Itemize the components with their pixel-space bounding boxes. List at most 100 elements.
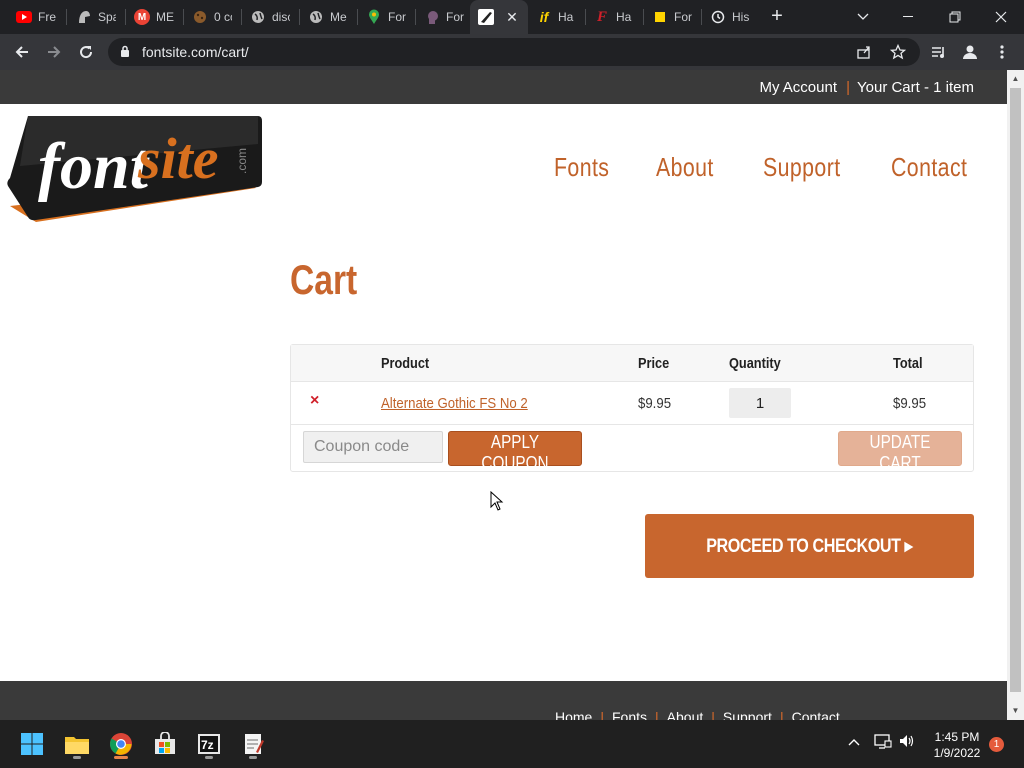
microsoft-store-icon[interactable] [149, 728, 181, 760]
close-tab-icon[interactable]: ✕ [504, 9, 520, 25]
column-header-price: Price [638, 355, 670, 372]
share-icon[interactable] [856, 44, 872, 60]
file-explorer-icon[interactable] [61, 728, 93, 760]
item-price: $9.95 [638, 395, 672, 412]
account-bar: My Account | Your Cart - 1 item [0, 70, 1007, 104]
windows-taskbar: 7z 1:45 PM 1/9/2022 1 [0, 720, 1024, 768]
update-cart-button[interactable]: UPDATE CART [838, 431, 962, 473]
footer-nav: Home | Fonts | About | Support | Contact [555, 709, 840, 720]
nav-link-support[interactable]: Support [763, 152, 841, 183]
coupon-code-input[interactable] [303, 431, 443, 463]
browser-tab[interactable]: For [416, 0, 472, 34]
fontsite-tab-icon [478, 9, 494, 25]
browser-tab[interactable]: Free [8, 0, 64, 34]
yellow-square-icon [652, 9, 668, 25]
new-tab-button[interactable]: + [766, 6, 788, 28]
site-footer: Home | Fonts | About | Support | Contact [0, 681, 1007, 720]
quantity-input[interactable] [729, 388, 791, 418]
mouse-cursor-icon [490, 490, 504, 516]
browser-tab[interactable]: For [644, 0, 700, 34]
windows-start-icon[interactable] [16, 728, 48, 760]
forward-arrow-icon[interactable] [42, 40, 66, 64]
minimize-button[interactable] [886, 0, 932, 34]
logo-text-tld: .com [235, 148, 249, 174]
globe-icon [250, 9, 266, 25]
profile-avatar-icon[interactable] [958, 40, 982, 64]
footer-link-home[interactable]: Home [555, 709, 592, 720]
history-icon [710, 9, 726, 25]
youtube-icon [16, 9, 32, 25]
url-text: fontsite.com/cart/ [142, 44, 249, 60]
scroll-up-arrow-icon[interactable]: ▲ [1011, 74, 1020, 83]
my-account-link[interactable]: My Account [759, 79, 837, 96]
restore-button[interactable] [932, 0, 978, 34]
7zip-icon[interactable]: 7z [193, 728, 225, 760]
tab-search-icon[interactable] [840, 0, 886, 34]
reload-icon[interactable] [74, 40, 98, 64]
lock-icon [120, 45, 130, 63]
if-logo-icon: if [539, 9, 549, 25]
column-header-quantity: Quantity [729, 355, 781, 372]
show-hidden-icons-icon[interactable] [848, 735, 860, 749]
browser-tab[interactable]: F Ha [586, 0, 642, 34]
cart-table-header: Product Price Quantity Total [291, 345, 973, 382]
nav-link-about[interactable]: About [656, 152, 714, 183]
browser-tab[interactable]: Spa [68, 0, 124, 34]
network-icon[interactable] [874, 733, 892, 752]
notification-badge[interactable]: 1 [989, 737, 1004, 752]
browser-tab[interactable]: 0 cc [184, 0, 240, 34]
page-scrollbar[interactable]: ▲ ▼ [1007, 70, 1024, 720]
logo-text-site: site [137, 126, 219, 191]
remove-item-icon[interactable]: × [310, 392, 319, 410]
address-bar[interactable]: fontsite.com/cart/ [108, 38, 920, 66]
gmail-icon: M [134, 9, 150, 25]
volume-icon[interactable] [898, 733, 916, 752]
close-window-button[interactable] [978, 0, 1024, 34]
browser-tab[interactable]: Me [300, 0, 356, 34]
back-arrow-icon[interactable] [10, 40, 34, 64]
browser-tab[interactable]: M ME [126, 0, 182, 34]
footer-link-about[interactable]: About [667, 709, 704, 720]
kebab-menu-icon[interactable] [990, 40, 1014, 64]
page-viewport: My Account | Your Cart - 1 item font sit… [0, 70, 1007, 720]
svg-text:7z: 7z [201, 738, 214, 752]
bookmark-star-icon[interactable] [889, 43, 907, 60]
browser-tab[interactable]: disc [242, 0, 298, 34]
column-header-product: Product [381, 355, 430, 372]
nav-link-contact[interactable]: Contact [891, 152, 967, 183]
item-total: $9.95 [893, 395, 927, 412]
footer-link-fonts[interactable]: Fonts [612, 709, 647, 720]
browser-tab-strip: Free Spa M ME 0 cc disc Me For For ✕ if … [0, 0, 1024, 34]
clock-date: 1/9/2022 [933, 746, 981, 760]
apply-coupon-button[interactable]: APPLY COUPON [448, 431, 582, 473]
footer-link-contact[interactable]: Contact [792, 709, 840, 720]
system-clock[interactable]: 1:45 PM 1/9/2022 [922, 729, 992, 761]
browser-tab-active[interactable]: ✕ [470, 0, 528, 34]
your-cart-link[interactable]: Your Cart - 1 item [857, 79, 974, 96]
cart-table: Product Price Quantity Total × Alternate… [290, 344, 974, 473]
cookie-icon [192, 9, 208, 25]
proceed-to-checkout-button[interactable]: PROCEED TO CHECKOUT ▸ [645, 514, 974, 578]
maps-pin-icon [366, 9, 382, 25]
page-title: Cart [290, 256, 358, 303]
product-link[interactable]: Alternate Gothic FS No 2 [381, 395, 528, 412]
fontsite-logo[interactable]: font site .com [6, 114, 263, 230]
column-header-total: Total [893, 355, 923, 372]
browser-toolbar: fontsite.com/cart/ [0, 34, 1024, 70]
notepad-icon[interactable] [237, 728, 269, 760]
chrome-icon[interactable] [105, 728, 137, 760]
media-queue-icon[interactable] [926, 40, 950, 64]
logo-text-font: font [38, 130, 150, 203]
footer-link-support[interactable]: Support [723, 709, 772, 720]
spartan-helmet-icon [76, 9, 92, 25]
globe-icon [308, 9, 324, 25]
browser-tab[interactable]: His [702, 0, 758, 34]
browser-tab[interactable]: if Ha [528, 0, 584, 34]
table-row: × Alternate Gothic FS No 2 $9.95 $9.95 [291, 382, 973, 425]
browser-tab[interactable]: For [358, 0, 414, 34]
clock-time: 1:45 PM [934, 730, 980, 744]
nav-link-fonts[interactable]: Fonts [554, 152, 609, 183]
scroll-down-arrow-icon[interactable]: ▼ [1011, 706, 1020, 715]
scrollbar-thumb[interactable] [1010, 88, 1021, 692]
profile-silhouette-icon [424, 9, 440, 25]
